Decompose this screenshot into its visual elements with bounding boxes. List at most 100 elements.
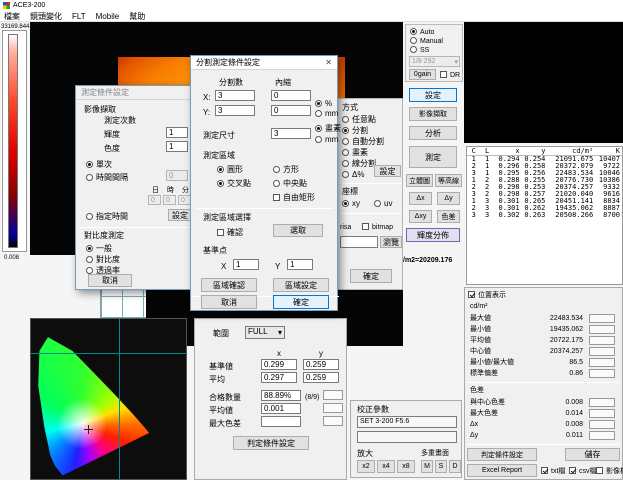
day-input[interactable]: 0 [148, 195, 161, 205]
save-button[interactable]: 儲存 [565, 448, 620, 461]
mode-option-linesplit[interactable]: 線分割 [342, 159, 376, 168]
stat-box[interactable] [589, 325, 615, 334]
cie-diagram-panel[interactable] [30, 318, 187, 480]
avg-x-input[interactable]: 0.297 [261, 372, 297, 383]
pick-button[interactable]: 選取 [273, 224, 323, 237]
dialog-title-bar[interactable]: 分割測定條件設定 ✕ [191, 56, 337, 70]
circle-radio[interactable]: 圓形 [217, 165, 243, 174]
normal-radio[interactable]: 一般 [86, 244, 112, 253]
luminance-count-input[interactable]: 1 [166, 127, 188, 138]
table-row[interactable]: 210.2960.25820372.0799722 [467, 163, 622, 170]
shutter-dropdown[interactable]: 1/8 292▾ [409, 56, 460, 67]
ok-button[interactable]: 確定 [273, 295, 329, 309]
mode-option-pixel[interactable]: 畫素 [342, 148, 368, 157]
delta-y-button[interactable]: Δy [437, 192, 460, 205]
set-button[interactable]: 設定 [409, 88, 457, 102]
mode-option-autosplit[interactable]: 自動分割 [342, 137, 384, 146]
judge-condition-button[interactable]: 判定條件設定 [467, 448, 537, 461]
judge-condition-button[interactable]: 判定條件設定 [233, 436, 309, 450]
solid-view-button[interactable]: 立體圖 [406, 174, 433, 187]
avg-y-input[interactable]: 0.259 [303, 372, 339, 383]
capture-button[interactable]: 影像擷取 [409, 107, 457, 121]
txt-file-checkbox[interactable]: txt檔 [541, 467, 565, 476]
measure-size-input[interactable]: 3 [271, 128, 311, 139]
stat-box[interactable] [589, 347, 615, 356]
base-y-input[interactable]: 1 [287, 259, 313, 270]
menu-flt[interactable]: FLT [72, 12, 86, 21]
spec-time-radio[interactable]: 指定時間 [86, 212, 128, 221]
exposure-auto-radio[interactable]: Auto [410, 28, 434, 37]
free-rect-checkbox[interactable]: 自由矩形 [273, 193, 315, 202]
zoom-x2-button[interactable]: x2 [357, 460, 375, 473]
multi-m-button[interactable]: M [421, 460, 433, 473]
table-row[interactable]: 330.3020.26320508.2668700 [467, 212, 622, 219]
dr-checkbox[interactable]: DR [440, 71, 460, 80]
zoom-x4-button[interactable]: x4 [377, 460, 395, 473]
stat-box[interactable] [589, 409, 615, 418]
browse-path-input[interactable] [340, 236, 378, 248]
base-x-input[interactable]: 1 [233, 259, 259, 270]
table-row[interactable]: 230.3010.26219435.0628887 [467, 205, 622, 212]
y-inset-input[interactable]: 0 [271, 105, 311, 116]
cross-point-radio[interactable]: 交叉點 [217, 179, 251, 188]
measure-button[interactable]: 測定 [409, 146, 457, 168]
color-diff-button[interactable]: 色差 [437, 210, 460, 223]
exposure-manual-radio[interactable]: Manual [410, 37, 443, 46]
table-row[interactable]: 220.2980.25320374.2579332 [467, 184, 622, 191]
inset-percent-radio[interactable]: % [315, 99, 332, 108]
stat-box[interactable] [589, 420, 615, 429]
range-dropdown[interactable]: FULL▾ [245, 326, 285, 339]
dialog-title-bar[interactable]: 測定條件設定 [76, 86, 196, 100]
exposure-ss-radio[interactable]: SS [410, 46, 429, 55]
table-row[interactable]: 320.2980.25721020.0409616 [467, 191, 622, 198]
y-split-input[interactable]: 3 [215, 105, 255, 116]
x-split-input[interactable]: 3 [215, 90, 255, 101]
image-file-checkbox[interactable]: 影像檔 [596, 467, 623, 476]
bitmap-checkbox[interactable]: bitmap [362, 223, 393, 232]
csv-file-checkbox[interactable]: csv檔 [569, 467, 597, 476]
position-display-checkbox[interactable]: 位置表示 [468, 291, 506, 300]
stat-box[interactable] [589, 398, 615, 407]
delta-x-button[interactable]: Δx [409, 192, 432, 205]
area-set-button[interactable]: 區域設定 [273, 278, 329, 292]
inset-mm-radio[interactable]: mm [315, 109, 338, 118]
stat-box[interactable] [589, 336, 615, 345]
size-pixel-radio[interactable]: 畫素 [315, 124, 341, 133]
interval-radio[interactable]: 時間間隔 [86, 173, 128, 182]
coord-option-uv[interactable]: uv [374, 199, 392, 208]
excel-report-button[interactable]: Excel Report [467, 464, 537, 477]
zoom-x8-button[interactable]: x8 [397, 460, 415, 473]
mode-option-delta[interactable]: Δ% [342, 170, 364, 179]
cancel-button[interactable]: 取消 [88, 274, 132, 287]
chroma-count-input[interactable]: 1 [166, 141, 188, 152]
confirm-checkbox[interactable]: 確認 [217, 228, 243, 237]
table-row[interactable]: 120.2880.25520776.73010386 [467, 177, 622, 184]
cancel-button[interactable]: 取消 [201, 295, 257, 309]
area-confirm-button[interactable]: 區域確認 [201, 278, 257, 292]
hour-input[interactable]: 0 [163, 195, 176, 205]
delta-xy-button[interactable]: Δxy [409, 210, 432, 223]
coord-option-xy[interactable]: xy [342, 199, 360, 208]
menu-help[interactable]: 幫助 [129, 11, 145, 22]
x-inset-input[interactable]: 0 [271, 90, 311, 101]
center-point-radio[interactable]: 中央點 [273, 179, 307, 188]
mode-set-button[interactable]: 設定 [374, 165, 401, 177]
table-row[interactable]: 110.2940.25421091.67510407 [467, 156, 622, 163]
stat-box[interactable] [589, 369, 615, 378]
multi-d-button[interactable]: D [449, 460, 461, 473]
square-radio[interactable]: 方形 [273, 165, 299, 174]
mode-option-split[interactable]: 分割 [342, 126, 368, 135]
menu-mobile[interactable]: Mobile [96, 12, 120, 21]
menu-file[interactable]: 檔案 [4, 11, 20, 22]
analyze-button[interactable]: 分析 [409, 126, 457, 140]
stat-box[interactable] [589, 358, 615, 367]
browse-button[interactable]: 瀏覽 [380, 236, 402, 248]
ref-x-input[interactable]: 0.299 [261, 359, 297, 370]
close-icon[interactable]: ✕ [325, 58, 332, 67]
mode-option-any[interactable]: 任意點 [342, 115, 376, 124]
size-mm-radio[interactable]: mm [315, 135, 338, 144]
stat-box[interactable] [589, 431, 615, 440]
single-radio[interactable]: 單次 [86, 160, 112, 169]
contour-button[interactable]: 等高線 [435, 174, 462, 187]
mode-ok-button[interactable]: 確定 [350, 269, 392, 283]
